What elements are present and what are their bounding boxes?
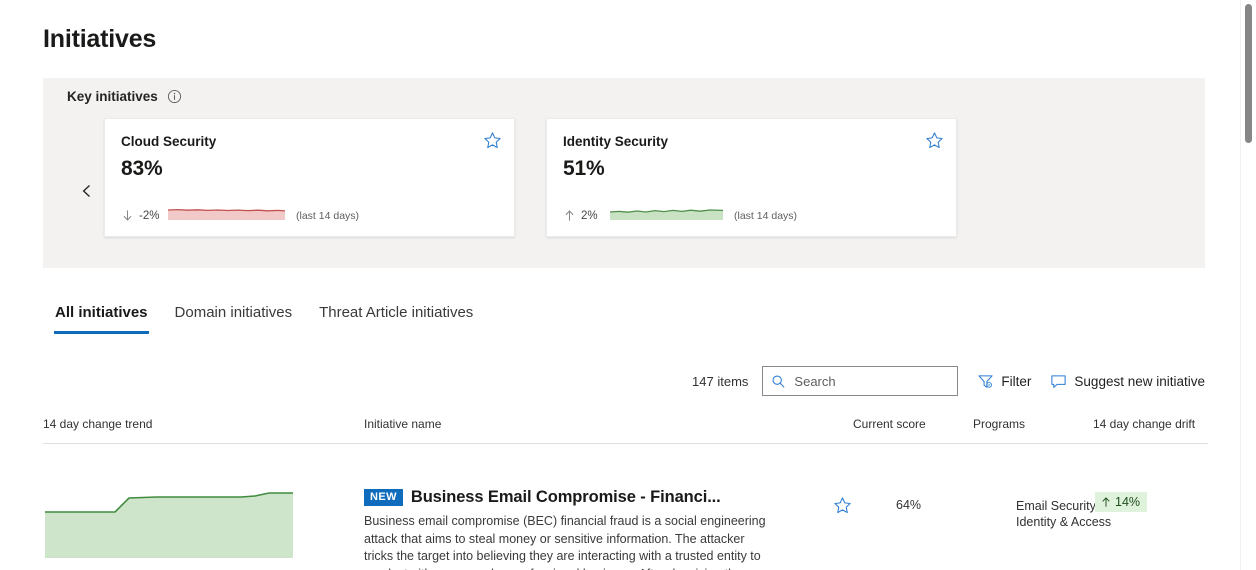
search-input[interactable] <box>794 373 950 389</box>
table-toolbar: 147 items Filter <box>692 366 1205 396</box>
chevron-left-icon <box>82 185 90 197</box>
row-title-line: NEW Business Email Compromise - Financi.… <box>364 488 784 507</box>
card-trend: 2% (last 14 days) <box>563 206 797 225</box>
comment-icon <box>1050 373 1067 390</box>
drift-value: 14% <box>1115 495 1141 509</box>
row-change-drift: 14% <box>1095 492 1148 513</box>
table-header-row: 14 day change trend Initiative name Curr… <box>43 412 1208 444</box>
key-initiatives-cards: Cloud Security 83% -2% (last 14 days) Id… <box>104 118 957 237</box>
row-sparkline-chart <box>45 486 293 558</box>
row-initiative-cell: NEW Business Email Compromise - Financi.… <box>364 488 784 570</box>
card-sparkline-identity-security <box>609 206 724 225</box>
page-title: Initiatives <box>43 25 157 53</box>
card-title: Identity Security <box>563 134 669 149</box>
initiative-card-identity-security[interactable]: Identity Security 51% 2% (last 14 days) <box>546 118 957 237</box>
arrow-down-icon <box>121 209 134 222</box>
search-icon <box>771 374 786 389</box>
initiative-card-cloud-security[interactable]: Cloud Security 83% -2% (last 14 days) <box>104 118 515 237</box>
column-header-change-trend[interactable]: 14 day change trend <box>43 417 152 431</box>
key-initiatives-header: Key initiatives <box>67 89 182 104</box>
favorite-star-icon[interactable] <box>483 131 502 150</box>
table-row[interactable]: NEW Business Email Compromise - Financi.… <box>43 444 1208 570</box>
card-title: Cloud Security <box>121 134 217 149</box>
carousel-prev-button[interactable] <box>74 178 100 204</box>
favorite-star-icon[interactable] <box>925 131 944 150</box>
tab-all-initiatives[interactable]: All initiatives <box>54 302 149 334</box>
card-score: 51% <box>563 157 605 180</box>
card-trend-value: 2% <box>581 209 598 222</box>
column-header-initiative-name[interactable]: Initiative name <box>364 417 441 431</box>
suggest-new-initiative-button[interactable]: Suggest new initiative <box>1050 373 1205 390</box>
column-header-programs[interactable]: Programs <box>973 417 1025 431</box>
filter-label: Filter <box>1001 373 1032 389</box>
card-trend: -2% (last 14 days) <box>121 206 359 225</box>
new-badge: NEW <box>364 489 403 506</box>
tab-domain-initiatives[interactable]: Domain initiatives <box>174 302 294 334</box>
page-scrollbar[interactable] <box>1240 0 1256 570</box>
initiatives-tabs: All initiatives Domain initiatives Threa… <box>54 302 474 334</box>
card-trend-value: -2% <box>139 209 160 222</box>
card-trend-note: (last 14 days) <box>296 209 360 222</box>
arrow-up-icon <box>1100 496 1112 508</box>
card-sparkline-cloud-security <box>167 206 286 225</box>
search-box[interactable] <box>762 366 959 396</box>
column-header-current-score[interactable]: Current score <box>853 417 926 431</box>
initiatives-page: Initiatives Key initiatives Cloud Securi… <box>0 0 1256 570</box>
row-current-score: 64% <box>896 498 922 512</box>
card-trend-note: (last 14 days) <box>734 209 798 222</box>
filter-button[interactable]: Filter <box>977 373 1031 390</box>
tab-threat-article-initiatives[interactable]: Threat Article initiatives <box>318 302 474 334</box>
initiative-description: Business email compromise (BEC) financia… <box>364 514 766 570</box>
initiatives-table: 14 day change trend Initiative name Curr… <box>43 412 1208 570</box>
key-initiatives-panel: Key initiatives Cloud Security 83% -2% (… <box>43 78 1205 268</box>
scrollbar-thumb[interactable] <box>1245 4 1252 143</box>
filter-settings-icon <box>977 373 994 390</box>
suggest-label: Suggest new initiative <box>1074 373 1205 389</box>
card-score: 83% <box>121 157 163 180</box>
info-circle-icon[interactable] <box>167 89 182 104</box>
initiative-title-link[interactable]: Business Email Compromise - Financi... <box>411 488 721 507</box>
key-initiatives-title: Key initiatives <box>67 89 158 104</box>
program-item: Identity & Access <box>1016 515 1112 529</box>
arrow-up-icon <box>563 209 576 222</box>
favorite-star-icon[interactable] <box>833 496 852 515</box>
drift-badge: 14% <box>1095 492 1148 512</box>
column-header-change-drift[interactable]: 14 day change drift <box>1093 417 1195 431</box>
item-count-label: 147 items <box>692 373 749 389</box>
